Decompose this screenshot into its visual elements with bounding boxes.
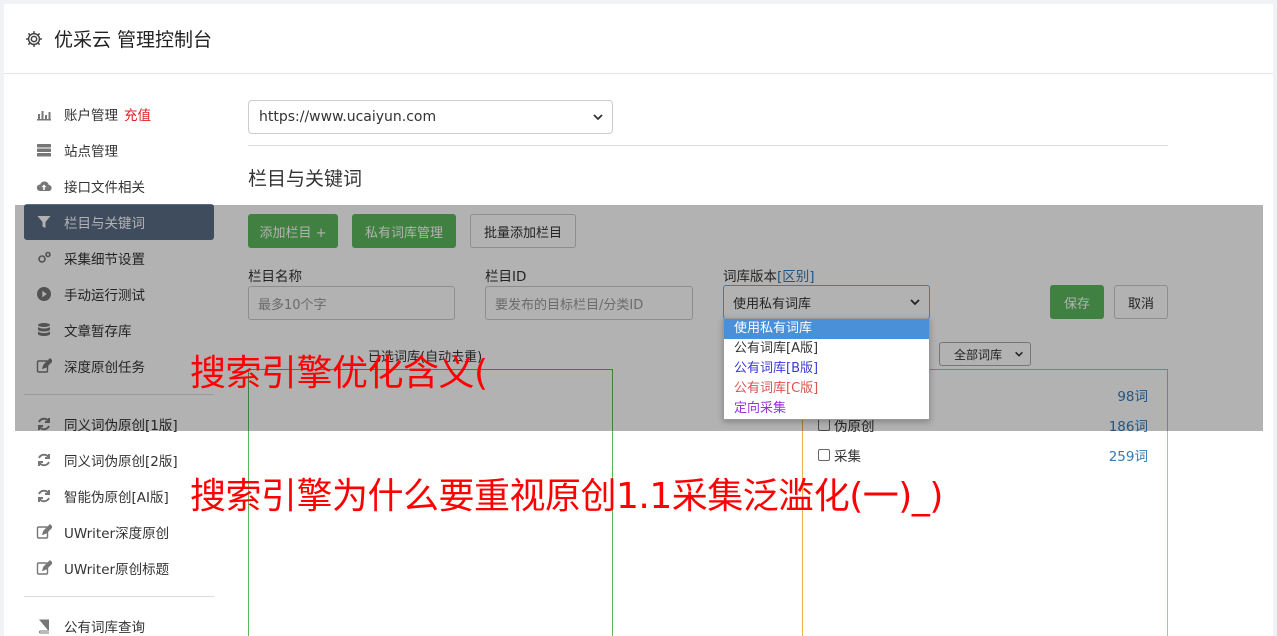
app-header: 优采云 管理控制台 xyxy=(4,4,1273,74)
column-id-input[interactable]: 要发布的目标栏目/分类ID xyxy=(485,286,693,320)
sidebar-item-label: 同义词伪原创[2版] xyxy=(64,454,178,470)
edit-icon xyxy=(36,358,52,374)
cloud-upload-icon xyxy=(36,178,52,194)
sidebar-item-account[interactable]: 账户管理 充值 xyxy=(24,96,214,132)
sidebar-item-synonym-v2[interactable]: 同义词伪原创[2版] xyxy=(24,442,214,478)
recharge-link[interactable]: 充值 xyxy=(124,104,151,124)
edit-icon xyxy=(36,524,52,540)
sidebar-item-synonym-v1[interactable]: 同义词伪原创[1版] xyxy=(24,406,214,442)
chevron-down-icon xyxy=(910,299,920,306)
sidebar-item-uwriter-deep[interactable]: UWriter深度原创 xyxy=(24,514,214,550)
sidebar-item-label: 站点管理 xyxy=(64,144,118,160)
app-title: 优采云 管理控制台 xyxy=(54,29,213,51)
sidebar-item-collect-settings[interactable]: 采集细节设置 xyxy=(24,240,214,276)
console-page: 优采云 管理控制台 账户管理 充值 站点管理 接口文件相关 栏目与关键词 采集细… xyxy=(4,4,1273,636)
sidebar-item-label: 文章暂存库 xyxy=(64,324,132,340)
site-select-value: https://www.ucaiyun.com xyxy=(259,109,437,125)
sidebar-item-label: 账户管理 xyxy=(64,108,118,124)
sidebar-item-label: 手动运行测试 xyxy=(64,288,145,304)
sidebar-item-label: UWriter深度原创 xyxy=(64,526,170,542)
sidebar-item-manual-run[interactable]: 手动运行测试 xyxy=(24,276,214,312)
sidebar-item-label: 采集细节设置 xyxy=(64,252,145,268)
edit-icon xyxy=(36,560,52,576)
all-lib-value: 全部词库 xyxy=(954,347,1003,362)
private-lib-button[interactable]: 私有词库管理 xyxy=(352,214,456,248)
filter-icon xyxy=(36,214,52,230)
lib-version-value: 使用私有词库 xyxy=(733,296,812,312)
section-title: 栏目与关键词 xyxy=(248,168,363,190)
sidebar-item-article-store[interactable]: 文章暂存库 xyxy=(24,312,214,348)
sidebar-item-label: 接口文件相关 xyxy=(64,180,145,196)
lib-option[interactable]: 公有词库[B版] xyxy=(724,359,929,379)
refresh-icon xyxy=(36,488,52,504)
cogs-icon xyxy=(36,250,52,266)
sidebar: 账户管理 充值 站点管理 接口文件相关 栏目与关键词 采集细节设置 手动运行测试… xyxy=(24,96,214,636)
sidebar-item-label: 栏目与关键词 xyxy=(64,216,145,232)
lib-version-dropdown: 使用私有词库 公有词库[A版] 公有词库[B版] 公有词库[C版] 定向采集 xyxy=(723,318,930,420)
sidebar-item-label: 同义词伪原创[1版] xyxy=(64,418,178,434)
book-icon xyxy=(36,618,52,634)
sidebar-item-label: 智能伪原创[AI版] xyxy=(64,490,169,506)
lib-option[interactable]: 公有词库[A版] xyxy=(724,339,929,359)
save-button[interactable]: 保存 xyxy=(1050,285,1104,319)
divider xyxy=(248,145,1168,146)
lib-version-label-text: 词库版本 xyxy=(723,269,777,285)
sidebar-item-deep-original[interactable]: 深度原创任务 xyxy=(24,348,214,384)
all-lib-select[interactable]: 全部词库 xyxy=(939,342,1031,366)
sidebar-item-ai-rewrite[interactable]: 智能伪原创[AI版] xyxy=(24,478,214,514)
sidebar-item-interface[interactable]: 接口文件相关 xyxy=(24,168,214,204)
column-name-label: 栏目名称 xyxy=(248,269,302,285)
sidebar-item-label: 深度原创任务 xyxy=(64,360,145,376)
bar-chart-icon xyxy=(36,106,52,122)
chevron-down-icon xyxy=(1015,351,1023,357)
lib-row-label: 采集 xyxy=(834,449,861,465)
sidebar-item-columns[interactable]: 栏目与关键词 xyxy=(24,204,214,240)
lib-option[interactable]: 使用私有词库 xyxy=(724,319,929,339)
sidebar-item-label: UWriter原创标题 xyxy=(64,562,170,578)
refresh-icon xyxy=(36,452,52,468)
sidebar-item-uwriter-title[interactable]: UWriter原创标题 xyxy=(24,550,214,586)
lib-checkbox[interactable] xyxy=(818,419,830,431)
gear-icon xyxy=(26,30,42,47)
lib-version-label: 词库版本[区别] xyxy=(723,265,815,285)
sidebar-divider xyxy=(24,394,214,395)
site-select[interactable]: https://www.ucaiyun.com xyxy=(248,100,613,134)
lib-row-count: 259词 xyxy=(1108,449,1148,465)
difference-link[interactable]: [区别] xyxy=(777,269,815,285)
chevron-down-icon xyxy=(593,114,603,121)
column-id-label: 栏目ID xyxy=(485,269,527,285)
lib-row-count: 186词 xyxy=(1108,419,1148,435)
server-icon xyxy=(36,142,52,158)
lib-checkbox[interactable] xyxy=(818,449,830,461)
lib-version-select[interactable]: 使用私有词库 xyxy=(723,285,930,319)
list-item[interactable]: 采集 259词 xyxy=(818,445,1148,465)
database-icon xyxy=(36,322,52,338)
add-column-button[interactable]: 添加栏目 + xyxy=(248,214,338,248)
sidebar-item-public-lib[interactable]: 公有词库查询 xyxy=(24,608,214,636)
batch-add-button[interactable]: 批量添加栏目 xyxy=(470,214,576,248)
lib-option[interactable]: 公有词库[C版] xyxy=(724,379,929,399)
column-name-input[interactable]: 最多10个字 xyxy=(248,286,455,320)
lib-row-count: 98词 xyxy=(1117,389,1148,405)
refresh-icon xyxy=(36,416,52,432)
cancel-button[interactable]: 取消 xyxy=(1114,285,1168,319)
play-icon xyxy=(36,286,52,302)
sidebar-item-sites[interactable]: 站点管理 xyxy=(24,132,214,168)
watermark-text-2: 搜索引擎为什么要重视原创1.1采集泛滥化(一)_) xyxy=(190,476,943,517)
sidebar-item-label: 公有词库查询 xyxy=(64,620,145,636)
sidebar-divider xyxy=(24,596,214,597)
lib-option[interactable]: 定向采集 xyxy=(724,399,929,419)
watermark-text-1: 搜索引擎优化含义( xyxy=(190,353,488,394)
